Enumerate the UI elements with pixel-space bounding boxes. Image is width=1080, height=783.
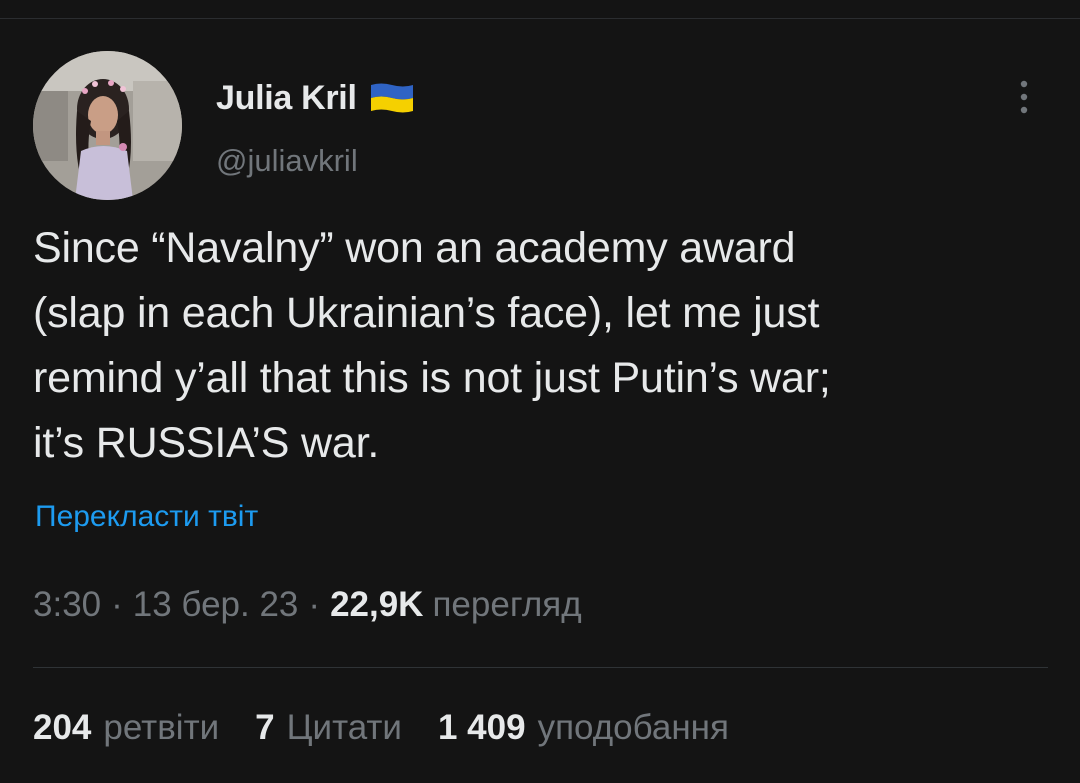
tweet-date[interactable]: 13 бер. 23 (133, 585, 299, 625)
ukraine-flag-icon (369, 81, 415, 115)
stats-divider (33, 667, 1048, 668)
views-count[interactable]: 22,9K (330, 585, 423, 625)
top-divider (0, 18, 1080, 19)
more-vertical-icon (1020, 80, 1028, 114)
more-options-button[interactable] (1008, 80, 1040, 114)
display-name[interactable]: Julia Kril (216, 79, 357, 118)
quotes-label: Цитати (286, 708, 402, 747)
quotes-stat[interactable]: 7 Цитати (255, 708, 402, 748)
engagement-stats: 204 ретвіти 7 Цитати 1 409 уподобання (33, 708, 765, 748)
meta-separator: · (308, 585, 321, 624)
likes-label: уподобання (537, 708, 729, 747)
likes-stat[interactable]: 1 409 уподобання (438, 708, 729, 748)
avatar[interactable] (33, 51, 182, 200)
tweet-time[interactable]: 3:30 (33, 585, 101, 625)
retweets-label: ретвіти (103, 708, 220, 747)
quotes-count: 7 (255, 708, 275, 747)
likes-count: 1 409 (437, 708, 526, 747)
tweet-meta: 3:30 · 13 бер. 23 · 22,9K перегляд (33, 585, 582, 625)
retweets-count: 204 (33, 708, 92, 747)
translate-tweet-link[interactable]: Перекласти твіт (35, 500, 258, 534)
views-label[interactable]: перегляд (432, 585, 581, 625)
meta-separator: · (111, 585, 123, 624)
username[interactable]: @juliavkril (216, 143, 358, 179)
retweets-stat[interactable]: 204 ретвіти (33, 708, 219, 748)
tweet-text: Since “Navalny” won an academy award (sl… (33, 224, 831, 467)
avatar-photo (33, 51, 182, 200)
author-name-row[interactable]: Julia Kril (216, 76, 415, 120)
